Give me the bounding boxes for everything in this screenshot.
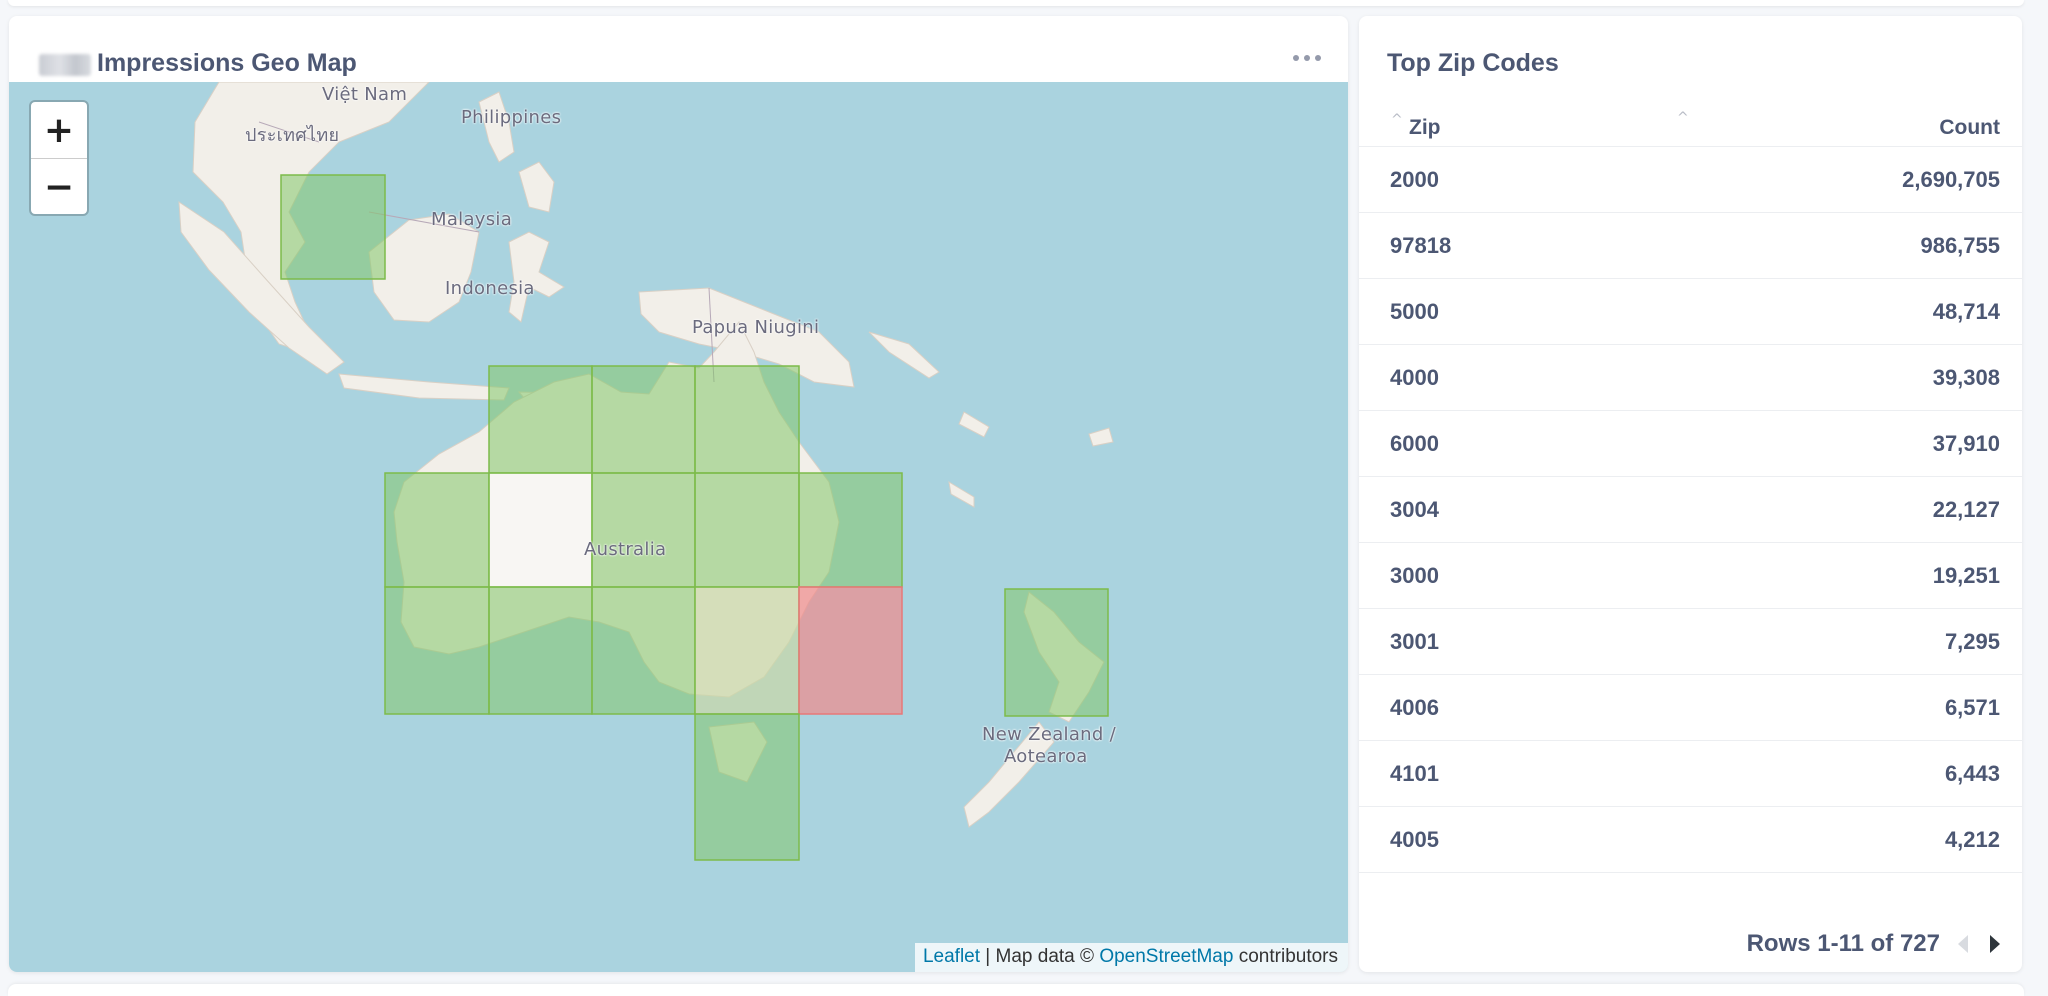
zip-cell: 3001: [1390, 629, 1439, 654]
previous-page-icon[interactable]: [1958, 935, 1968, 953]
count-cell: 986,755: [1920, 233, 2000, 258]
map-label-indonesia: Indonesia: [445, 278, 535, 299]
zoom-out-button[interactable]: −: [31, 158, 87, 214]
table-row[interactable]: 3000 19,251: [1359, 542, 2022, 608]
table-row[interactable]: 6000 37,910: [1359, 410, 2022, 476]
column-header-count[interactable]: Count: [1939, 116, 2000, 140]
count-cell: 22,127: [1932, 497, 2000, 522]
count-cell: 37,910: [1932, 431, 2000, 456]
zoom-control: + −: [29, 100, 89, 216]
zip-cell: 2000: [1390, 167, 1439, 192]
table-row[interactable]: 4006 6,571: [1359, 674, 2022, 740]
zip-cell: 3000: [1390, 563, 1439, 588]
map-label-philippines: Philippines: [461, 107, 562, 128]
map-label-aotearoa: Aotearoa: [1004, 746, 1088, 767]
pagination: Rows 1-11 of 727: [1747, 930, 2000, 958]
more-options-icon[interactable]: [1287, 46, 1327, 70]
table-row[interactable]: 3004 22,127: [1359, 476, 2022, 542]
count-cell: 39,308: [1932, 365, 2000, 390]
zip-cell: 4005: [1390, 827, 1439, 852]
pagination-label: Rows 1-11 of 727: [1746, 930, 1940, 957]
zip-table-body: 2000 2,690,705 97818 986,755 5000 48,714 4000 3…: [1359, 146, 2022, 873]
count-cell: 6,571: [1944, 695, 2000, 720]
dashboard-card-below: [8, 984, 2024, 996]
count-cell: 48,714: [1932, 299, 2000, 324]
leaflet-link[interactable]: Leaflet: [923, 946, 980, 967]
top-zip-codes-card: Top Zip Codes ^ Zip ^ Count 2000 2,690,70…: [1359, 16, 2022, 972]
zoom-in-button[interactable]: +: [31, 102, 87, 158]
attribution-separator: | Map data ©: [980, 946, 1100, 967]
map-label-vietnam: Việt Nam: [322, 84, 408, 105]
count-cell: 19,251: [1932, 563, 2000, 588]
zip-cell: 4101: [1390, 761, 1439, 786]
zip-cell: 4006: [1390, 695, 1439, 720]
table-row[interactable]: 2000 2,690,705: [1359, 146, 2022, 212]
table-row[interactable]: 4101 6,443: [1359, 740, 2022, 806]
leaflet-map[interactable]: Việt Nam ประเทศไทย Philippines Malaysia …: [9, 82, 1348, 972]
zip-card-title[interactable]: Top Zip Codes: [1387, 49, 1559, 78]
next-page-icon[interactable]: [1990, 935, 2000, 953]
table-row[interactable]: 97818 986,755: [1359, 212, 2022, 278]
table-row[interactable]: 5000 48,714: [1359, 278, 2022, 344]
zip-cell: 3004: [1390, 497, 1439, 522]
column-header-zip[interactable]: Zip: [1409, 116, 1441, 140]
table-row[interactable]: 4000 39,308: [1359, 344, 2022, 410]
map-label-papua-niugini: Papua Niugini: [692, 317, 820, 338]
count-cell: 2,690,705: [1902, 167, 2000, 192]
geo-map-card: Impressions Geo Map Việt Nam ประเทศไทย P…: [9, 16, 1348, 972]
zip-cell: 6000: [1390, 431, 1439, 456]
openstreetmap-link[interactable]: OpenStreetMap: [1099, 946, 1233, 967]
map-label-australia: Australia: [584, 539, 667, 560]
map-card-title[interactable]: Impressions Geo Map: [97, 49, 357, 78]
map-tiles: [178, 82, 1114, 861]
map-attribution: Leaflet | Map data © OpenStreetMap contr…: [914, 943, 1348, 972]
attribution-contributors: contributors: [1233, 946, 1338, 967]
map-label-malaysia: Malaysia: [431, 209, 513, 230]
dashboard-card-above: [8, 0, 2024, 6]
zip-cell: 4000: [1390, 365, 1439, 390]
redacted-icon: [39, 54, 91, 76]
map-label-new-zealand: New Zealand /: [982, 724, 1116, 745]
count-cell: 7,295: [1944, 629, 2000, 654]
zip-cell: 5000: [1390, 299, 1439, 324]
count-cell: 4,212: [1944, 827, 2000, 852]
table-row[interactable]: 4005 4,212: [1359, 806, 2022, 873]
table-row[interactable]: 3001 7,295: [1359, 608, 2022, 674]
map-label-thailand: ประเทศไทย: [245, 125, 340, 146]
sort-caret-icon[interactable]: ^: [1677, 110, 1689, 126]
count-cell: 6,443: [1944, 761, 2000, 786]
zip-cell: 97818: [1390, 233, 1452, 258]
sort-caret-icon[interactable]: ^: [1391, 112, 1403, 128]
